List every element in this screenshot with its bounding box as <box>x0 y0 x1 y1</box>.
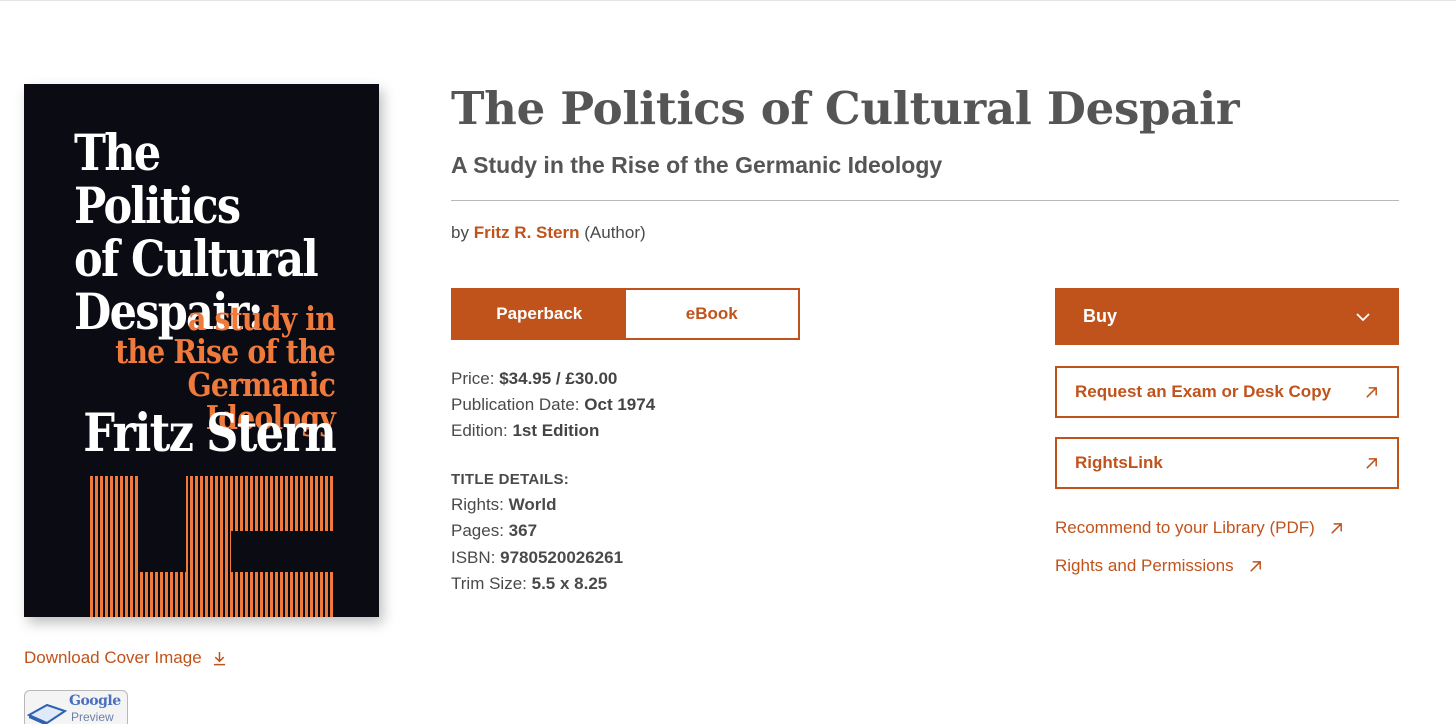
buy-label: Buy <box>1083 306 1118 326</box>
isbn-label: ISBN: <box>451 547 496 567</box>
rightslink-label: RightsLink <box>1075 453 1163 472</box>
pubdate-value: Oct 1974 <box>584 395 656 414</box>
isbn-row: ISBN: 9780520026261 <box>451 545 623 571</box>
external-arrow-icon <box>1366 386 1377 398</box>
recommend-label: Recommend to your Library (PDF) <box>1055 518 1315 537</box>
pubdate-label: Publication Date: <box>451 395 580 414</box>
page-title: The Politics of Cultural Despair <box>451 82 1240 135</box>
google-preview-label: Google <box>69 693 121 709</box>
book-icon <box>27 703 68 724</box>
format-tabs: Paperback eBook <box>451 288 800 340</box>
edition-label: Edition: <box>451 421 508 440</box>
isbn-value: 9780520026261 <box>500 547 624 567</box>
price-label: Price: <box>451 369 495 388</box>
cover-author: Fritz Stern <box>83 403 336 464</box>
external-arrow-icon <box>1249 560 1261 572</box>
price-row: Price: $34.95 / £30.00 <box>451 366 655 392</box>
rights-value: World <box>508 495 557 514</box>
byline: by Fritz R. Stern (Author) <box>451 223 646 243</box>
recommend-library-link[interactable]: Recommend to your Library (PDF) <box>1055 518 1344 538</box>
rights-label: Rights: <box>451 495 504 514</box>
rights-permissions-link[interactable]: Rights and Permissions <box>1055 556 1263 576</box>
price-value: $34.95 / £30.00 <box>499 369 618 388</box>
cover-subtitle-line: the Rise of the <box>115 332 336 371</box>
top-border <box>0 0 1456 1</box>
rightslink-button[interactable]: RightsLink <box>1055 437 1399 489</box>
byline-prefix: by <box>451 223 469 242</box>
exam-copy-label: Request an Exam or Desk Copy <box>1075 382 1332 401</box>
google-preview-sublabel: Preview <box>71 710 114 724</box>
title-details-heading: TITLE DETAILS: <box>451 471 570 488</box>
trim-value: 5.5 x 8.25 <box>531 573 608 593</box>
book-cover-image: The Politics of Cultural Despair: a stud… <box>24 84 379 617</box>
external-arrow-icon <box>1331 522 1342 534</box>
pages-label: Pages: <box>451 521 504 541</box>
tab-paperback[interactable]: Paperback <box>453 290 626 338</box>
cover-stripe-graphic <box>90 476 335 617</box>
price-info: Price: $34.95 / £30.00 Publication Date:… <box>451 366 655 444</box>
author-link[interactable]: Fritz R. Stern <box>474 223 580 242</box>
author-role: (Author) <box>584 223 646 242</box>
chevron-down-icon <box>1356 312 1370 321</box>
cover-subtitle-line: a study in <box>187 299 336 338</box>
rights-permissions-label: Rights and Permissions <box>1055 556 1234 575</box>
pubdate-row: Publication Date: Oct 1974 <box>451 392 655 418</box>
download-cover-label: Download Cover Image <box>24 648 202 667</box>
external-arrow-icon <box>1366 457 1377 469</box>
title-details: Rights: World Pages: 367 ISBN: 978052002… <box>451 492 623 597</box>
rights-row: Rights: World <box>451 492 623 518</box>
download-cover-link[interactable]: Download Cover Image <box>24 648 227 668</box>
download-icon <box>213 651 225 665</box>
trim-label: Trim Size: <box>451 573 527 593</box>
trim-row: Trim Size: 5.5 x 8.25 <box>451 571 623 597</box>
google-preview-button[interactable]: Google Preview <box>24 690 128 724</box>
book-subtitle: A Study in the Rise of the Germanic Ideo… <box>451 152 943 178</box>
tab-ebook[interactable]: eBook <box>625 290 798 338</box>
edition-row: Edition: 1st Edition <box>451 418 655 444</box>
pages-row: Pages: 367 <box>451 518 623 544</box>
pages-value: 367 <box>508 521 538 541</box>
exam-copy-button[interactable]: Request an Exam or Desk Copy <box>1055 366 1399 418</box>
cover-title-line: of Cultural <box>74 229 319 288</box>
cover-title-line: The Politics <box>74 123 241 235</box>
edition-value: 1st Edition <box>512 421 600 440</box>
buy-button[interactable]: Buy <box>1055 288 1399 345</box>
divider <box>451 200 1399 201</box>
